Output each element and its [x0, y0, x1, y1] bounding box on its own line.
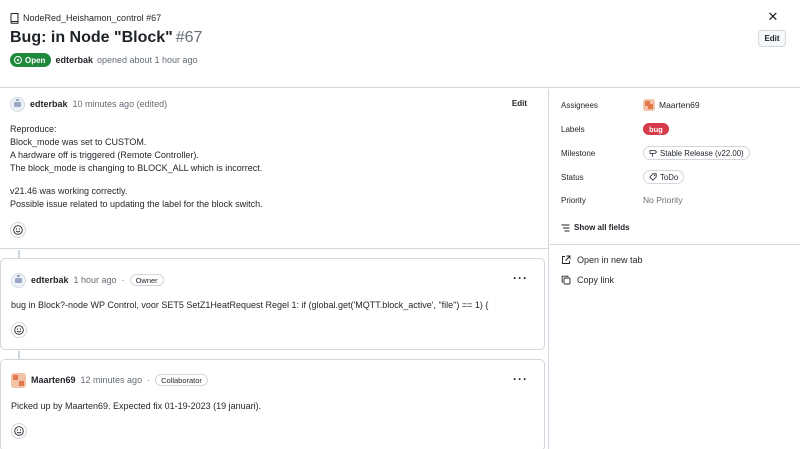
open-in-new-tab-label[interactable]: Open in new tab: [577, 255, 643, 265]
issue-author-link[interactable]: edterbak: [55, 55, 93, 65]
comment-author[interactable]: edterbak: [30, 99, 68, 109]
avatar[interactable]: [11, 272, 26, 288]
list-icon: [561, 224, 570, 231]
timeline-connector: [18, 351, 20, 359]
field-label: Status: [561, 172, 584, 182]
dot-separator: ·: [147, 375, 151, 385]
comment-menu-icon[interactable]: ···: [513, 271, 528, 285]
comment-header: edterbak 1 hour ago · Owner: [11, 272, 164, 288]
field-labels[interactable]: Labels bug: [561, 121, 791, 137]
issue-number: #67: [175, 29, 203, 46]
smiley-icon: [14, 426, 24, 436]
field-value[interactable]: bug: [643, 123, 669, 135]
smiley-icon: [13, 225, 23, 235]
add-reaction-button[interactable]: [11, 322, 27, 338]
field-milestone[interactable]: Milestone Stable Release (v22.00): [561, 145, 791, 161]
show-all-fields-label[interactable]: Show all fields: [574, 223, 630, 232]
comment-card: Maarten69 12 minutes ago · Collaborator …: [0, 359, 545, 449]
add-reaction-button[interactable]: [10, 222, 26, 238]
copy-link-label[interactable]: Copy link: [577, 275, 614, 285]
sidebar-divider: [550, 244, 800, 245]
dot-separator: ·: [121, 275, 125, 285]
tag-icon: [649, 173, 657, 181]
field-label: Labels: [561, 124, 585, 134]
issue-header: NodeRed_Heishamon_control #67 ✕ Bug: in …: [0, 0, 800, 88]
milestone-name: Stable Release (v22.00): [660, 148, 744, 158]
show-all-fields-button[interactable]: Show all fields: [561, 223, 630, 232]
comment-text: bug in Block?-node WP Control, voor SET5…: [11, 300, 489, 310]
field-label: Assignees: [561, 100, 598, 110]
avatar: [643, 99, 655, 111]
timeline-connector: [18, 250, 20, 258]
add-reaction-button[interactable]: [11, 423, 27, 439]
avatar[interactable]: [10, 96, 25, 112]
comment-author[interactable]: edterbak: [31, 275, 69, 285]
comment-card: edterbak 1 hour ago · Owner ··· bug in B…: [0, 258, 545, 350]
comment-time[interactable]: 10 minutes ago (edited): [73, 99, 168, 109]
field-label: Milestone: [561, 148, 596, 158]
field-value[interactable]: Maarten69: [643, 99, 700, 111]
issue-sidebar: Assignees Maarten69 Labels bug Milestone…: [550, 89, 800, 449]
milestone-icon: [649, 150, 657, 157]
body-line: A hardware off is triggered (Remote Cont…: [10, 150, 199, 160]
body-line: Block_mode was set to CUSTOM.: [10, 137, 147, 147]
field-priority[interactable]: Priority No Priority: [561, 192, 791, 208]
issue-body: edterbak 10 minutes ago (edited) Edit Re…: [0, 89, 549, 249]
copy-icon: [561, 275, 571, 285]
assignee-name: Maarten69: [659, 100, 700, 110]
issue-title-text: Bug: in Node "Block": [10, 29, 173, 46]
repo-breadcrumb[interactable]: NodeRed_Heishamon_control #67: [10, 12, 161, 24]
comment-text: Picked up by Maarten69. Expected fix 01-…: [11, 401, 262, 411]
role-badge: Owner: [129, 274, 164, 286]
field-assignees[interactable]: Assignees Maarten69: [561, 97, 791, 113]
issue-title: Bug: in Node "Block" #67: [10, 29, 202, 47]
comment-time[interactable]: 1 hour ago: [74, 275, 117, 285]
label-bug[interactable]: bug: [643, 123, 669, 135]
body-line: Reproduce:: [10, 124, 57, 134]
field-status[interactable]: Status ToDo: [561, 169, 791, 185]
body-line: The block_mode is changing to BLOCK_ALL …: [10, 163, 263, 173]
field-value[interactable]: ToDo: [643, 170, 685, 184]
status-name: ToDo: [660, 172, 679, 182]
close-icon[interactable]: ✕: [766, 9, 780, 24]
status-badge: Open: [10, 53, 52, 67]
comment-time[interactable]: 12 minutes ago: [81, 375, 143, 385]
status-pill[interactable]: ToDo: [643, 170, 685, 184]
edit-comment-button[interactable]: Edit: [512, 99, 527, 108]
role-badge: Collaborator: [155, 374, 208, 386]
status-badge-label: Open: [25, 55, 46, 65]
comment-author[interactable]: Maarten69: [31, 375, 76, 385]
smiley-icon: [14, 325, 24, 335]
priority-value[interactable]: No Priority: [643, 195, 683, 205]
avatar[interactable]: [11, 372, 26, 388]
issue-state-row: Open edterbak opened about 1 hour ago: [10, 53, 198, 67]
edit-title-button[interactable]: Edit: [758, 30, 786, 47]
field-label: Priority: [561, 195, 586, 205]
issue-opened-icon: [14, 56, 22, 64]
comment-header: Maarten69 12 minutes ago · Collaborator: [11, 372, 208, 388]
issue-main-column: edterbak 10 minutes ago (edited) Edit Re…: [0, 89, 549, 449]
comment-menu-icon[interactable]: ···: [513, 372, 528, 386]
issue-opened-text: opened about 1 hour ago: [96, 55, 198, 65]
milestone-pill[interactable]: Stable Release (v22.00): [643, 146, 750, 160]
copy-link-button[interactable]: Copy link: [561, 275, 614, 285]
open-in-new-tab-link[interactable]: Open in new tab: [561, 255, 643, 265]
comment-header: edterbak 10 minutes ago (edited): [10, 96, 167, 112]
repo-icon: [10, 12, 19, 24]
field-value[interactable]: Stable Release (v22.00): [643, 146, 750, 160]
body-line: v21.46 was working correctly.: [10, 186, 128, 196]
external-link-icon: [562, 255, 571, 264]
repo-breadcrumb-label[interactable]: NodeRed_Heishamon_control #67: [23, 13, 161, 23]
body-line: Possible issue related to updating the l…: [10, 199, 263, 209]
